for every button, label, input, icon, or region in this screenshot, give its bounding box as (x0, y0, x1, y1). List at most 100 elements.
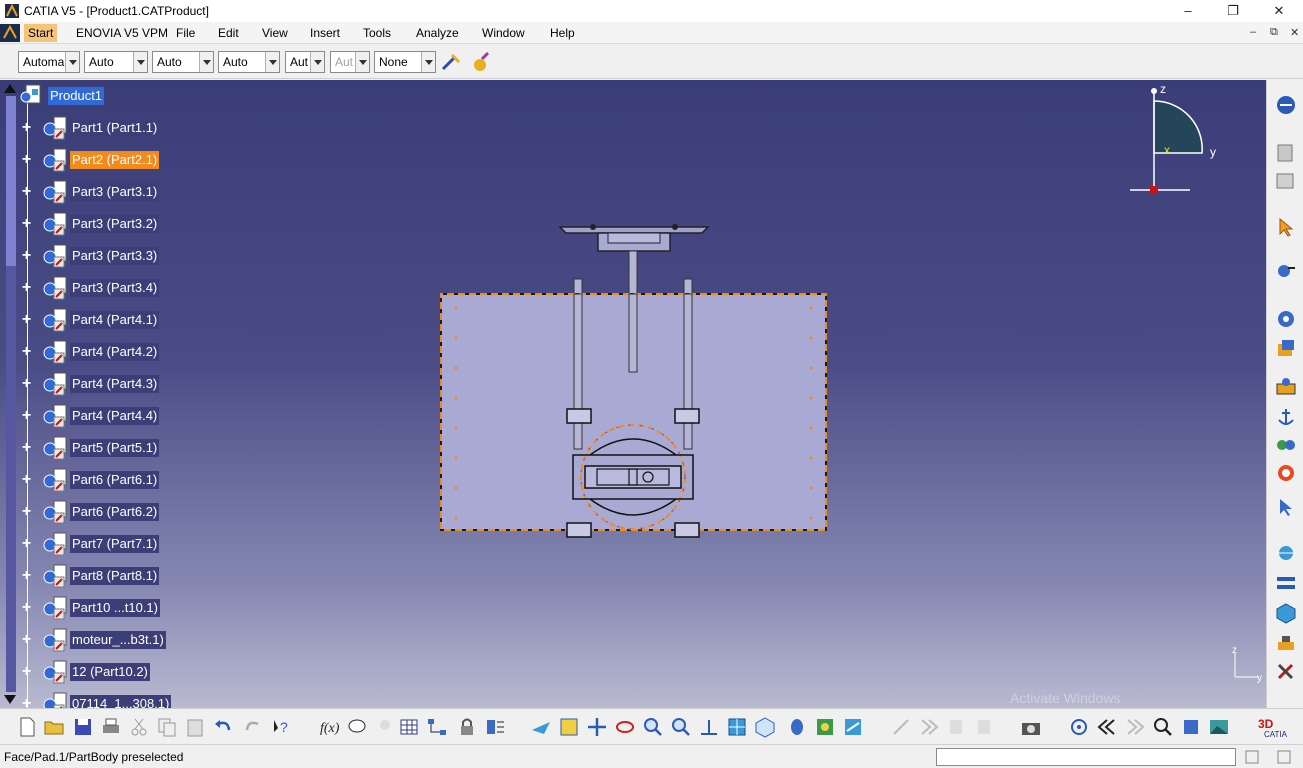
rotate-icon[interactable] (614, 716, 636, 738)
line-type-combo[interactable]: Auto (218, 51, 280, 73)
fix-together-icon[interactable] (1274, 434, 1298, 456)
hide-show-icon[interactable] (814, 716, 836, 738)
menu-view[interactable]: View (262, 26, 288, 40)
explode-icon[interactable] (1274, 338, 1298, 360)
expand-plus-icon[interactable]: + (20, 184, 33, 200)
tree-node-label[interactable]: Part1 (Part1.1) (70, 119, 160, 137)
landscape-icon[interactable] (1208, 716, 1230, 738)
select-arrow-icon[interactable] (1274, 216, 1298, 238)
scroll-up-icon[interactable] (4, 84, 16, 93)
tree-node-label[interactable]: Part5 (Part5.1) (70, 439, 160, 457)
catia-logo-icon[interactable] (0, 24, 20, 42)
open-folder-icon[interactable] (43, 716, 65, 738)
camera-icon[interactable] (1020, 716, 1042, 738)
sequence-icon[interactable] (1274, 572, 1298, 594)
new-document-icon[interactable] (16, 716, 38, 738)
workbench-icon[interactable] (1274, 94, 1298, 116)
maximize-button[interactable]: ❐ (1210, 0, 1256, 22)
power-input-icon[interactable] (1276, 749, 1292, 765)
tree-node-label[interactable]: Part4 (Part4.1) (70, 311, 160, 329)
tree-node-label[interactable]: Part4 (Part4.4) (70, 407, 160, 425)
expand-plus-icon[interactable]: + (20, 248, 33, 264)
cut-icon[interactable] (128, 716, 150, 738)
graph-tree-icon[interactable] (426, 716, 448, 738)
format-painter-icon[interactable] (440, 51, 462, 73)
expand-plus-icon[interactable]: + (20, 696, 33, 709)
transparency-combo[interactable]: Auto (84, 51, 148, 73)
tree-node-label[interactable]: Part7 (Part7.1) (70, 535, 160, 553)
expand-plus-icon[interactable]: + (20, 600, 33, 616)
assembly-part-drawing[interactable] (430, 215, 840, 545)
fly-mode-icon[interactable] (530, 716, 552, 738)
compass-widget[interactable]: z y x (1122, 85, 1222, 200)
tree-node-label[interactable]: Part4 (Part4.2) (70, 343, 160, 361)
menu-start[interactable]: Start (24, 24, 58, 42)
expand-plus-icon[interactable]: + (20, 536, 33, 552)
doc-close-button[interactable]: ✕ (1290, 26, 1299, 39)
properties-brush-icon[interactable] (470, 51, 492, 73)
scroll-down-icon[interactable] (4, 695, 16, 704)
expand-plus-icon[interactable]: + (20, 376, 33, 392)
expand-plus-icon[interactable]: + (20, 408, 33, 424)
multi-view-icon[interactable] (726, 716, 748, 738)
tree-node-label[interactable]: Part3 (Part3.2) (70, 215, 160, 233)
menu-file[interactable]: File (176, 26, 195, 40)
swap-visible-icon[interactable] (842, 716, 864, 738)
wrench-icon[interactable] (1274, 660, 1298, 682)
tree-scrollbar[interactable] (2, 82, 18, 706)
close-button[interactable]: ✕ (1256, 0, 1302, 22)
tools-icon[interactable] (1274, 632, 1298, 654)
menu-analyze[interactable]: Analyze (416, 26, 459, 40)
tree-node-label[interactable]: moteur_...b3t.1) (70, 631, 166, 649)
formula-icon[interactable]: f(x) (318, 716, 340, 738)
normal-view-icon[interactable] (698, 716, 720, 738)
expand-plus-icon[interactable]: + (20, 120, 33, 136)
expand-plus-icon[interactable]: + (20, 344, 33, 360)
stop-command-icon[interactable] (1244, 749, 1260, 765)
catalog-icon[interactable] (1274, 142, 1298, 164)
tree-node-label[interactable]: Part3 (Part3.1) (70, 183, 160, 201)
tree-node-label[interactable]: Part2 (Part2.1) (70, 151, 160, 169)
scrollbar-thumb[interactable] (6, 96, 16, 266)
expand-plus-icon[interactable]: + (20, 568, 33, 584)
target-icon[interactable] (1068, 716, 1090, 738)
tree-node-label[interactable]: 12 (Part10.2) (70, 663, 150, 681)
line-thickness-combo[interactable]: Auto (152, 51, 214, 73)
pan-icon[interactable] (586, 716, 608, 738)
constraint-icon[interactable] (1274, 376, 1298, 398)
menu-insert[interactable]: Insert (310, 26, 340, 40)
minimize-button[interactable]: – (1165, 0, 1211, 22)
lock-icon[interactable] (456, 716, 478, 738)
expand-plus-icon[interactable]: + (20, 632, 33, 648)
tree-node-label[interactable]: Part6 (Part6.1) (70, 471, 160, 489)
command-input[interactable] (936, 748, 1236, 766)
tree-node-label[interactable]: Part6 (Part6.2) (70, 503, 160, 521)
expand-plus-icon[interactable]: + (20, 216, 33, 232)
menu-tools[interactable]: Tools (363, 26, 391, 40)
update-icon[interactable] (1274, 462, 1298, 484)
expand-plus-icon[interactable]: + (20, 152, 33, 168)
catalog-browser-icon[interactable] (1274, 170, 1298, 192)
measure-icon[interactable] (1274, 542, 1298, 564)
whats-this-icon[interactable]: ? (270, 716, 292, 738)
paste-icon[interactable] (184, 716, 206, 738)
search-icon[interactable] (1152, 716, 1174, 738)
zoom-out-icon[interactable] (670, 716, 692, 738)
color-combo[interactable]: Automa (18, 51, 80, 73)
move-icon[interactable] (1274, 496, 1298, 518)
doc-restore-button[interactable]: ⧉ (1270, 26, 1278, 39)
undo-icon[interactable] (212, 716, 234, 738)
tree-node-label[interactable]: Part8 (Part8.1) (70, 567, 160, 585)
tree-node-label[interactable]: Part3 (Part3.4) (70, 279, 160, 297)
menu-help[interactable]: Help (550, 26, 575, 40)
tree-node-label[interactable]: Part10 ...t10.1) (70, 599, 160, 617)
iso-view-icon[interactable] (754, 716, 776, 738)
doc-minimize-button[interactable]: – (1250, 26, 1256, 38)
scene-icon[interactable] (1274, 602, 1298, 624)
knowledge-icon[interactable] (346, 716, 368, 738)
print-icon[interactable] (100, 716, 122, 738)
point-type-combo[interactable]: Aut (285, 51, 325, 73)
anchor-icon[interactable] (1274, 406, 1298, 428)
zoom-in-icon[interactable] (642, 716, 664, 738)
table-icon[interactable] (398, 716, 420, 738)
